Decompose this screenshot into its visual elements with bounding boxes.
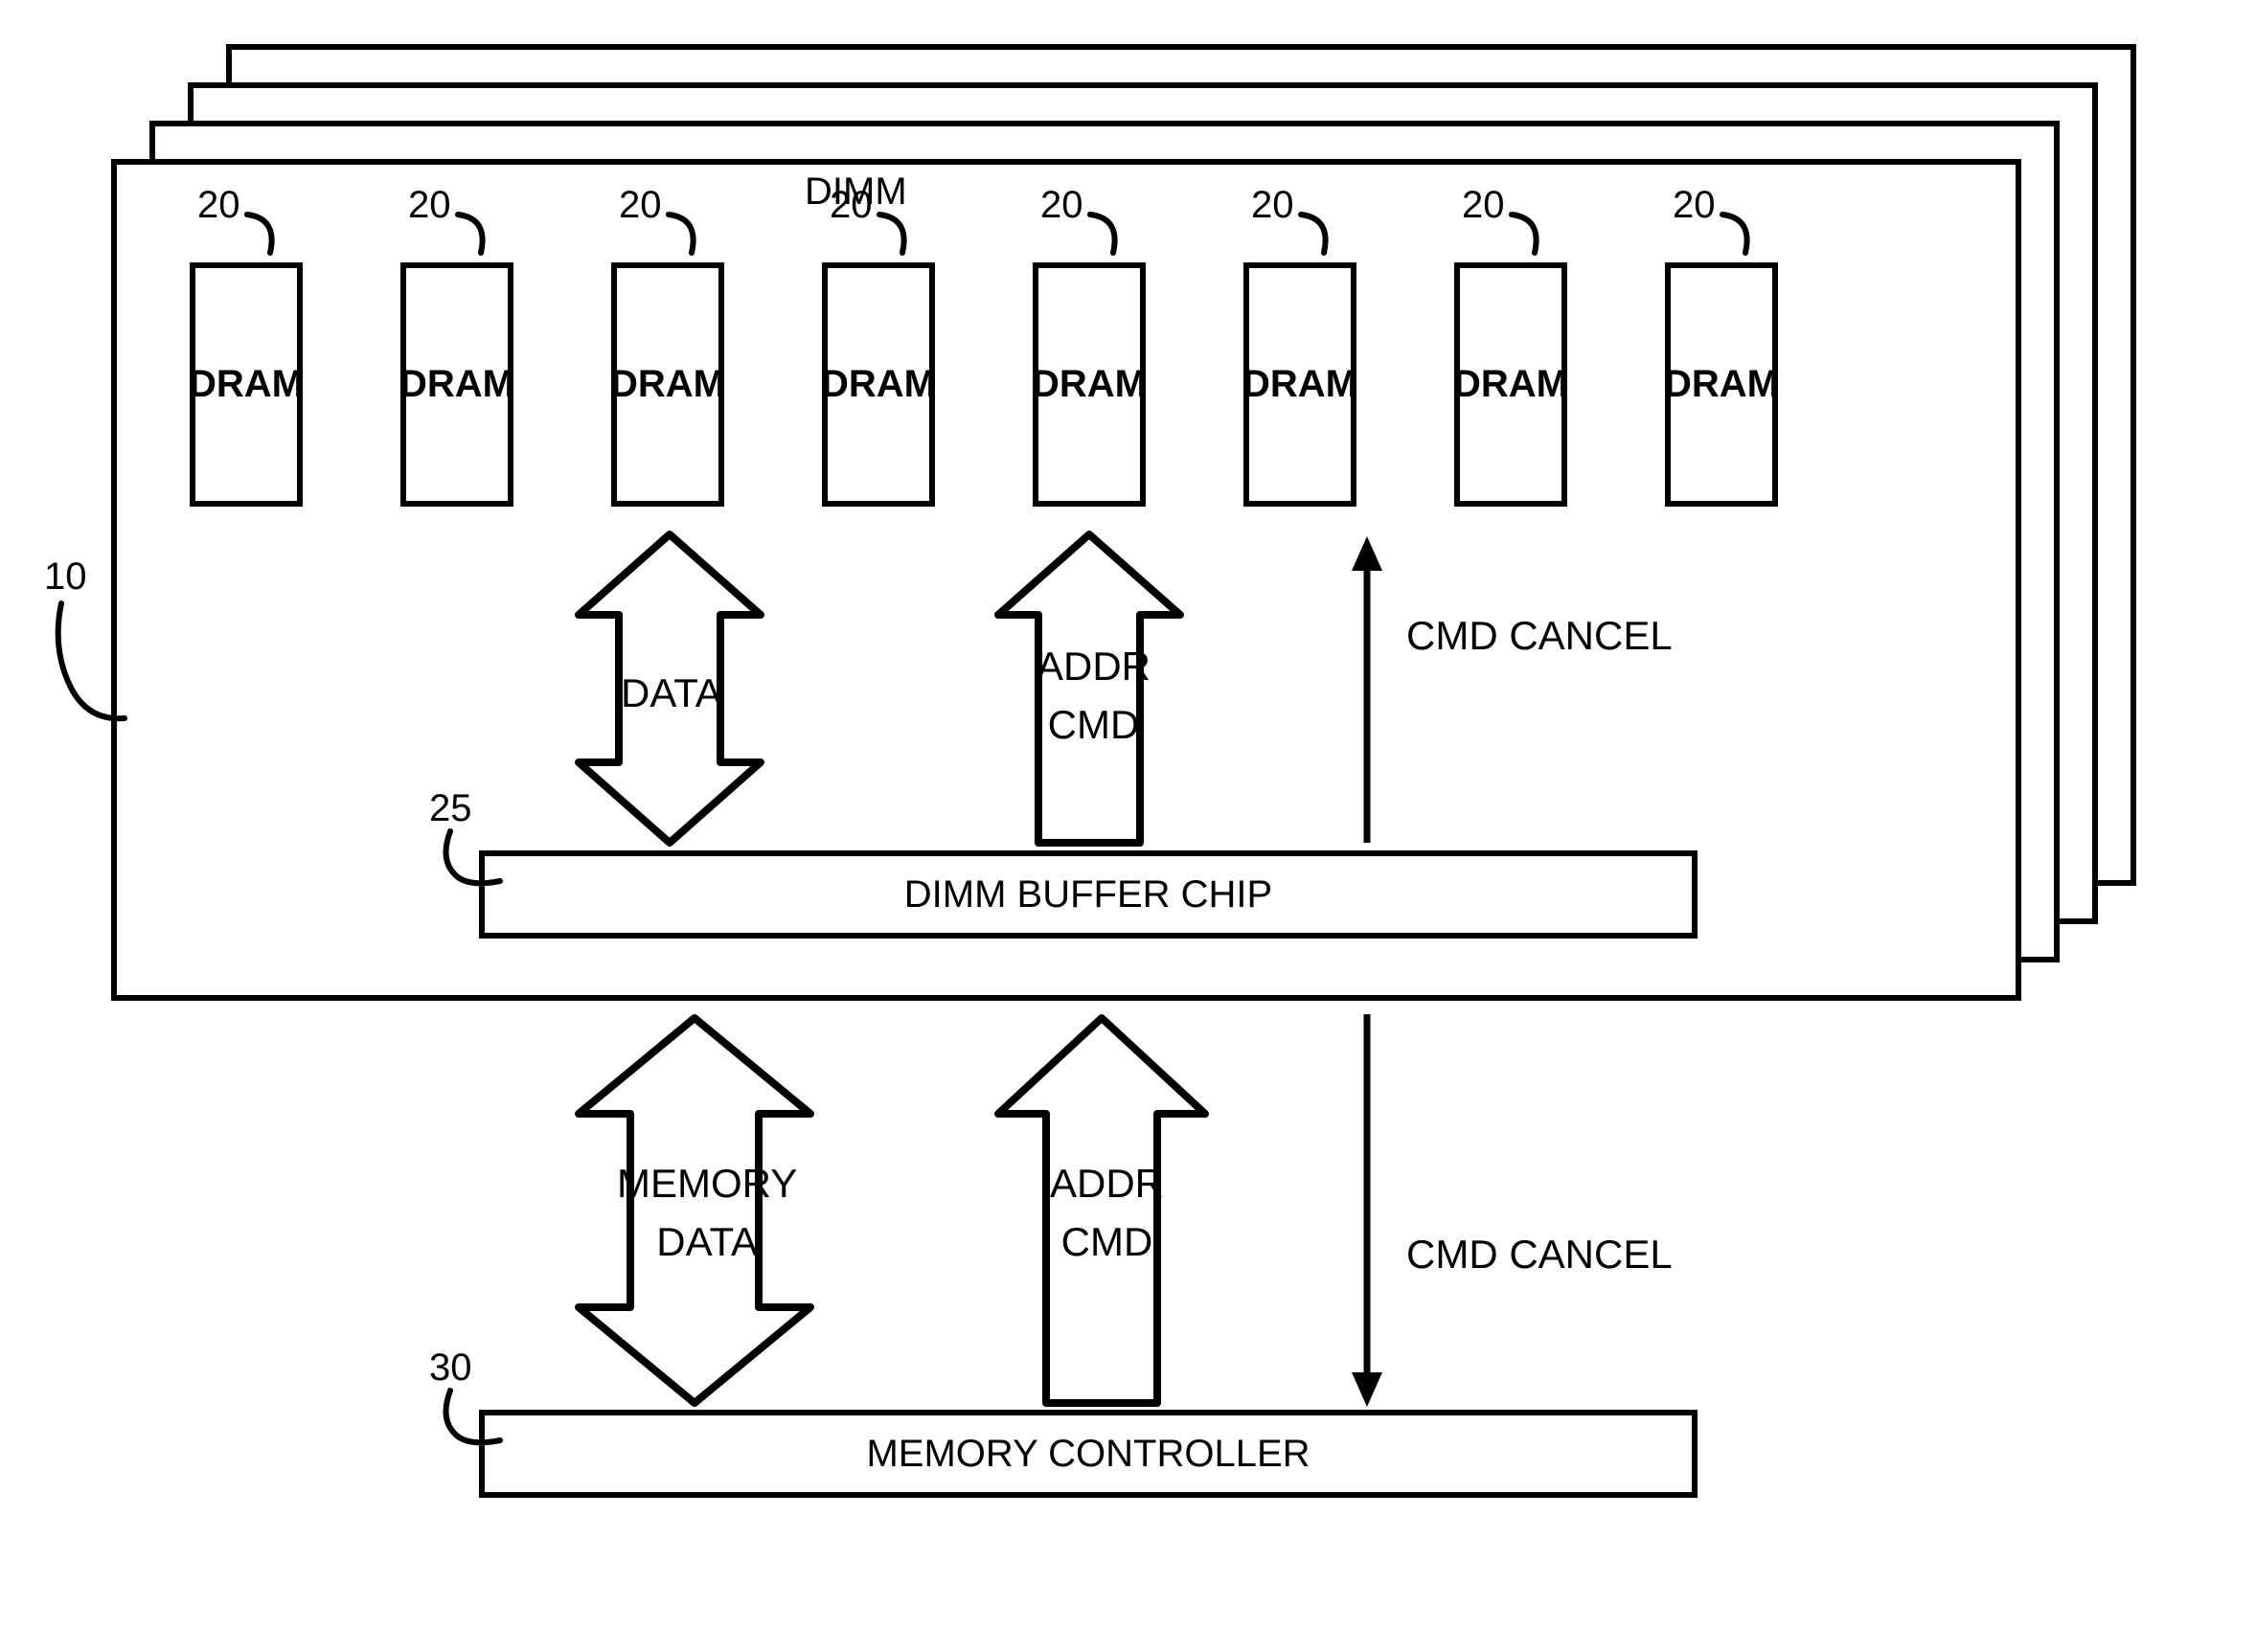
dram-chip-7: DRAM [1665, 262, 1778, 507]
ref-20-4: 20 [1040, 184, 1083, 227]
cmd-cancel-label-external: CMD CANCEL [1406, 1226, 1673, 1284]
memory-controller-label: MEMORY CONTROLLER [866, 1433, 1310, 1476]
dram-label: DRAM [821, 363, 936, 406]
dram-label: DRAM [399, 363, 514, 406]
ref-10-connector [42, 601, 130, 726]
dram-chip-5: DRAM [1243, 262, 1356, 507]
dram-label: DRAM [189, 363, 304, 406]
hook-0 [243, 213, 278, 253]
memory-controller: MEMORY CONTROLLER [479, 1410, 1698, 1498]
hook-2 [665, 213, 699, 253]
ref-20-6: 20 [1462, 184, 1505, 227]
ref-20-1: 20 [408, 184, 451, 227]
dimm-buffer-chip-label: DIMM BUFFER CHIP [904, 873, 1272, 917]
ref-20-2: 20 [619, 184, 662, 227]
ref-20-0: 20 [197, 184, 240, 227]
ref-20-7: 20 [1673, 184, 1716, 227]
data-label: DATA [621, 665, 722, 723]
cmd-cancel-label-internal: CMD CANCEL [1406, 607, 1673, 666]
memory-data-label: MEMORY DATA [617, 1155, 797, 1272]
ref-25-connector [433, 829, 510, 887]
dram-label: DRAM [1453, 363, 1568, 406]
dimm-buffer-chip: DIMM BUFFER CHIP [479, 850, 1698, 939]
dram-chip-3: DRAM [822, 262, 935, 507]
dram-label: DRAM [610, 363, 725, 406]
cmd-cancel-up-arrow [1348, 536, 1386, 843]
ref-20-3: 20 [830, 184, 873, 227]
hook-1 [454, 213, 489, 253]
dram-label: DRAM [1032, 363, 1147, 406]
dram-chip-4: DRAM [1033, 262, 1146, 507]
ref-10: 10 [44, 555, 87, 599]
hook-3 [876, 213, 910, 253]
dram-chip-2: DRAM [611, 262, 724, 507]
addr-cmd-label: ADDR CMD [1037, 638, 1151, 755]
hook-6 [1508, 213, 1542, 253]
hook-5 [1297, 213, 1332, 253]
addr-cmd-external-label: ADDR CMD [1050, 1155, 1164, 1272]
hook-4 [1086, 213, 1121, 253]
dram-chip-1: DRAM [400, 262, 513, 507]
dram-chip-0: DRAM [190, 262, 303, 507]
ref-30-connector [433, 1389, 510, 1446]
ref-25: 25 [429, 787, 472, 830]
dram-chip-6: DRAM [1454, 262, 1567, 507]
dram-label: DRAM [1664, 363, 1779, 406]
ref-20-5: 20 [1251, 184, 1294, 227]
cmd-cancel-down-arrow [1348, 1014, 1386, 1407]
dram-label: DRAM [1242, 363, 1357, 406]
hook-7 [1719, 213, 1753, 253]
ref-30: 30 [429, 1346, 472, 1390]
